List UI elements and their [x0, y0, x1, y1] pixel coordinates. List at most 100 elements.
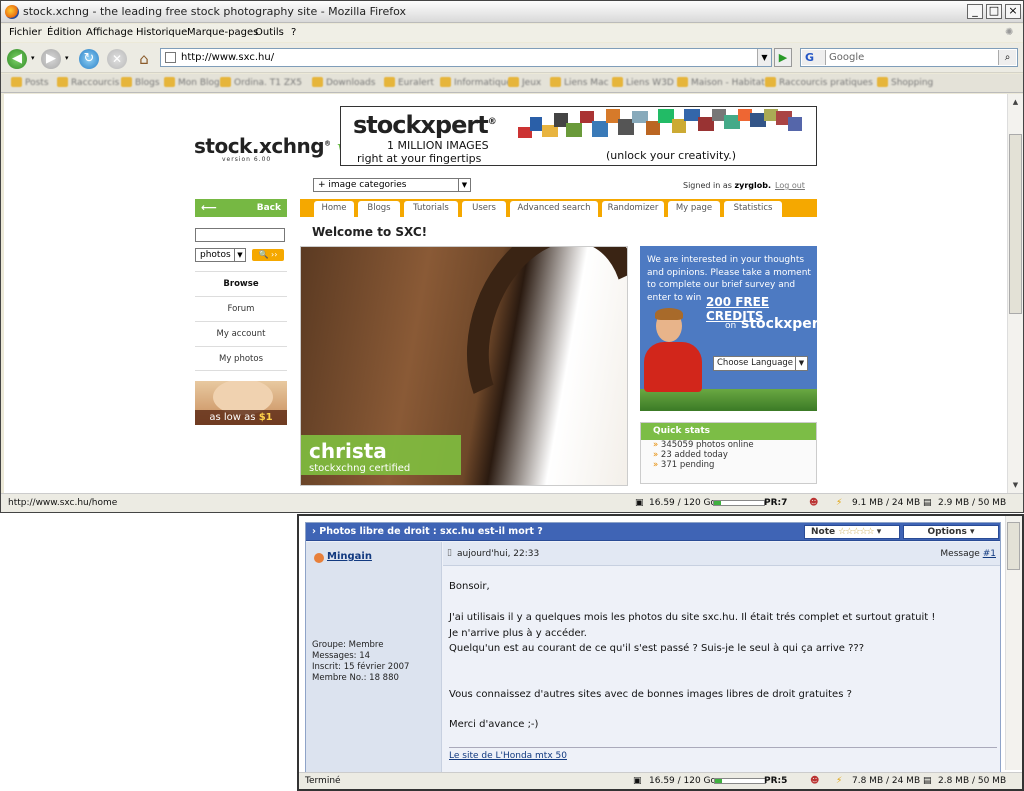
window-title: stock.xchng - the leading free stock pho… — [23, 5, 406, 18]
scrollbar-thumb[interactable] — [1007, 522, 1020, 570]
menu-affichage[interactable]: Affichage — [86, 27, 133, 38]
sidebar-link-forum[interactable]: Forum — [195, 296, 287, 321]
forum-scrollbar[interactable] — [1005, 516, 1022, 770]
signed-in-status: Signed in as zyrglob. — [683, 181, 771, 190]
sidebar-link-browse[interactable]: Browse — [195, 271, 287, 296]
menu-marque-pages[interactable]: Marque-pages — [187, 27, 258, 38]
featured-photo[interactable]: christa stockxchng certified — [300, 246, 628, 486]
back-arrow-icon[interactable]: ◀ — [7, 49, 27, 69]
stop-icon[interactable]: ✕ — [107, 49, 127, 69]
welcome-heading: Welcome to SXC! — [312, 225, 428, 239]
message-permalink[interactable]: #1 — [983, 549, 996, 559]
bookmark-item[interactable]: Liens W3D — [626, 78, 674, 88]
addon-icon[interactable]: ☻ — [809, 498, 818, 508]
bookmark-folder-icon — [312, 77, 323, 87]
boy-image — [644, 308, 704, 398]
memory-usage: 9.1 MB / 24 MB — [852, 498, 921, 508]
author-info: Groupe: Membre Messages: 14 Inscrit: 15 … — [312, 640, 409, 684]
bookmark-item[interactable]: Maison - Habitat — [691, 78, 765, 88]
bookmark-item[interactable]: Ordina. T1 ZX5 — [234, 78, 302, 88]
url-history-dropdown-icon[interactable]: ▼ — [757, 49, 771, 66]
status-bar: http://www.sxc.hu/home ▣ 16.59 / 120 Go … — [1, 493, 1023, 512]
tab-home[interactable]: Home — [314, 201, 354, 217]
close-button[interactable]: × — [1005, 4, 1021, 19]
logout-link[interactable]: Log out — [775, 181, 805, 190]
options-button[interactable]: Options ▾ — [903, 525, 999, 539]
sidebar-ad[interactable]: as low as $1 — [195, 381, 287, 425]
bookmark-folder-icon — [677, 77, 688, 87]
author-group: Groupe: Membre — [312, 640, 384, 650]
tab-users[interactable]: Users — [462, 201, 506, 217]
maximize-button[interactable]: □ — [986, 4, 1002, 19]
search-bar[interactable]: G Google ⌕ — [800, 48, 1018, 67]
sidebar-link-my-photos[interactable]: My photos — [195, 346, 287, 371]
stockxpert-banner[interactable]: stockxpert® 1 MILLION IMAGES right at yo… — [340, 106, 817, 166]
search-icon[interactable]: ⌕ — [998, 50, 1016, 65]
home-icon[interactable]: ⌂ — [134, 49, 154, 69]
menu-bar: Fichier Édition Affichage Historique Mar… — [1, 24, 1023, 42]
forward-history-dropdown-icon[interactable]: ▾ — [65, 54, 69, 62]
rating-stars-icon: ☆☆☆☆☆ — [838, 527, 874, 537]
bookmark-item[interactable]: Raccourcis — [71, 78, 119, 88]
bookmark-item[interactable]: Jeux — [522, 78, 541, 88]
menu-help[interactable]: ? — [291, 27, 296, 38]
menu-edition[interactable]: Édition — [47, 27, 82, 38]
page-scrollbar[interactable]: ▲ ▼ — [1007, 94, 1023, 493]
bookmark-item[interactable]: Raccourcis pratiques — [779, 78, 873, 88]
signature-link[interactable]: Le site de L'Honda mtx 50 — [449, 747, 997, 761]
search-button[interactable]: 🔍 ›› — [252, 249, 284, 261]
disk-icon: ▣ — [633, 776, 642, 786]
featured-photographer: christa — [309, 439, 387, 463]
bookmark-item[interactable]: Blogs — [135, 78, 160, 88]
search-type-select[interactable]: photos ▼ — [195, 248, 246, 262]
menu-fichier[interactable]: Fichier — [9, 27, 42, 38]
menu-outils[interactable]: Outils — [255, 27, 284, 38]
rating-button[interactable]: Note ☆☆☆☆☆ ▾ — [804, 525, 900, 539]
forward-arrow-icon[interactable]: ▶ — [41, 49, 61, 69]
go-button[interactable]: ▶ — [774, 48, 792, 67]
minimize-button[interactable]: _ — [967, 4, 983, 19]
search-input[interactable] — [195, 228, 285, 242]
bookmark-folder-icon — [440, 77, 451, 87]
options-label: Options — [927, 527, 967, 537]
status-bar-2: Terminé ▣ 16.59 / 120 Go PR:5 ☻ ⚡ 7.8 MB… — [299, 772, 1022, 789]
tab-advanced-search[interactable]: Advanced search — [510, 201, 598, 217]
tab-statistics[interactable]: Statistics — [724, 201, 782, 217]
bookmark-item[interactable]: Mon Blog — [178, 78, 220, 88]
image-categories-select[interactable]: + image categories ▼ — [313, 178, 471, 192]
back-button[interactable]: ⟵ Back — [195, 199, 287, 217]
menu-historique[interactable]: Historique — [136, 27, 187, 38]
banner-photo-collage — [518, 109, 802, 138]
chevron-down-icon: ▼ — [458, 179, 470, 191]
sidebar-link-my-account[interactable]: My account — [195, 321, 287, 346]
bookmark-item[interactable]: Shopping — [891, 78, 933, 88]
author-name[interactable]: Mingain — [327, 551, 372, 562]
back-history-dropdown-icon[interactable]: ▾ — [31, 54, 35, 62]
bookmark-item[interactable]: Posts — [25, 78, 49, 88]
scroll-up-icon[interactable]: ▲ — [1009, 95, 1022, 109]
reload-icon[interactable]: ↻ — [79, 49, 99, 69]
ad-text: as low as $1 — [195, 410, 287, 425]
bookmark-item[interactable]: Liens Mac — [564, 78, 609, 88]
tab-my-page[interactable]: My page — [668, 201, 720, 217]
bookmark-item[interactable]: Informatique — [454, 78, 512, 88]
tab-blogs[interactable]: Blogs — [358, 201, 400, 217]
bookmark-folder-icon — [550, 77, 561, 87]
site-logo[interactable]: stock.xchng® vi — [194, 134, 352, 158]
lightning-icon: ⚡ — [836, 498, 843, 508]
post-header: › Photos libre de droit : sxc.hu est-il … — [306, 523, 1000, 541]
addon-icon[interactable]: ☻ — [810, 776, 819, 786]
survey-ad[interactable]: We are interested in your thoughts and o… — [640, 246, 817, 411]
language-select[interactable]: Choose Language ▼ — [713, 356, 808, 371]
scroll-down-icon[interactable]: ▼ — [1009, 478, 1022, 492]
disk-usage: 16.59 / 120 Go — [649, 776, 717, 786]
url-bar[interactable]: http://www.sxc.hu/ ▼ — [160, 48, 772, 67]
tab-randomizer[interactable]: Randomizer — [602, 201, 664, 217]
tab-tutorials[interactable]: Tutorials — [404, 201, 458, 217]
scrollbar-thumb[interactable] — [1009, 134, 1022, 314]
bookmark-item[interactable]: Downloads — [326, 78, 375, 88]
featured-certified: stockxchng certified — [309, 463, 411, 474]
google-engine-icon[interactable]: G — [802, 50, 826, 65]
main-tabs: Home Blogs Tutorials Users Advanced sear… — [300, 199, 817, 217]
bookmark-item[interactable]: Euralert — [398, 78, 434, 88]
